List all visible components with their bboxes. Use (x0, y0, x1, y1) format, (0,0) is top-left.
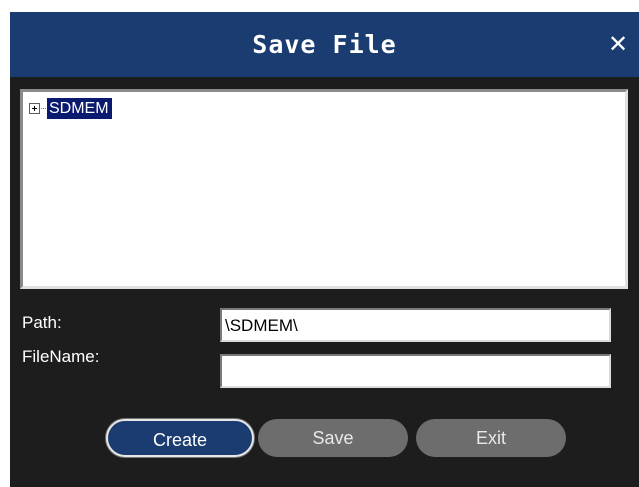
filename-field[interactable] (220, 354, 611, 388)
path-label: Path: (22, 313, 62, 332)
title-bar: Save File ✕ (10, 12, 639, 77)
create-button[interactable]: Create (106, 419, 254, 457)
close-icon[interactable]: ✕ (597, 12, 639, 77)
exit-button[interactable]: Exit (416, 419, 566, 457)
tree-connector (41, 107, 46, 109)
tree-node-sdmem[interactable]: SDMEM (29, 97, 112, 119)
save-file-dialog: Save File ✕ SDMEM Path: \SDMEM\ FileName… (10, 12, 639, 487)
plus-expander-icon[interactable] (29, 102, 40, 114)
path-field[interactable]: \SDMEM\ (220, 308, 611, 342)
save-button[interactable]: Save (258, 419, 408, 457)
filename-label: FileName: (22, 347, 100, 366)
dialog-title: Save File (252, 30, 397, 59)
folder-tree[interactable]: SDMEM (20, 89, 628, 289)
tree-node-label[interactable]: SDMEM (47, 97, 112, 119)
